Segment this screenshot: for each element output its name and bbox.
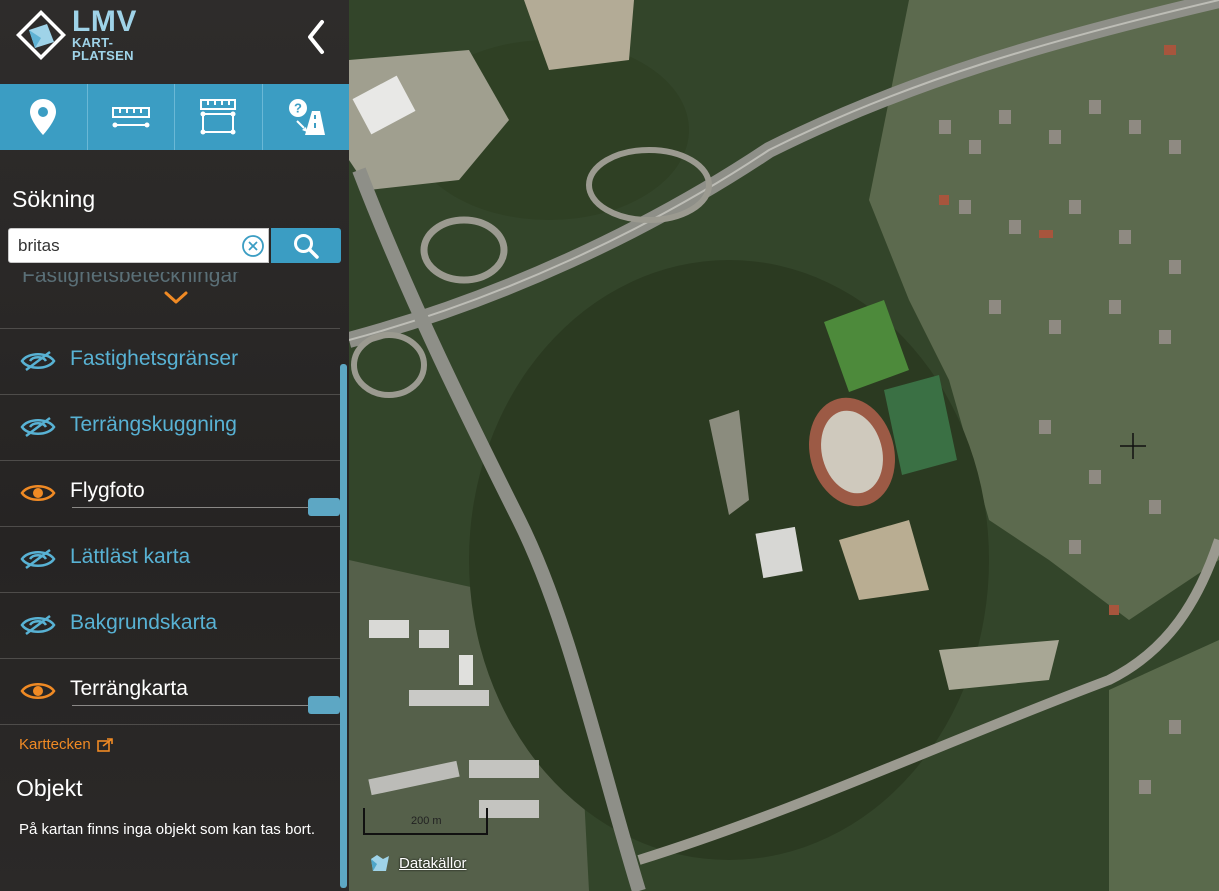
svg-text:?: ? [294,101,302,116]
eye-hidden-icon[interactable] [20,547,56,571]
scale-label: 200 m [411,815,442,827]
measure-distance-button[interactable] [88,84,175,150]
logo-title: LMV [72,5,137,38]
eye-hidden-icon[interactable] [20,613,56,637]
opacity-track[interactable] [72,705,312,706]
lmv-logo-icon [16,10,66,60]
eye-visible-icon[interactable] [20,679,56,703]
objects-message: På kartan finns inga objekt som kan tas … [19,821,315,838]
logo-wordmark: LMV KART- PLATSEN [72,5,137,63]
sidebar-scrollbar[interactable] [340,364,347,888]
measure-area-button[interactable] [175,84,263,150]
crosshair-icon [1120,433,1146,459]
measure-line-icon [111,107,150,128]
layer-name[interactable]: Terrängskuggning [70,413,237,437]
aerial-photo-layer[interactable] [349,0,1219,891]
logo-subtitle-2: PLATSEN [72,48,134,63]
search-input[interactable] [18,229,238,262]
layer-item-terrangkarta[interactable]: Terrängkarta [0,658,340,724]
tool-bar: ? [0,84,349,150]
layer-name[interactable]: Bakgrundskarta [70,611,217,635]
divider [0,724,340,725]
map-view[interactable]: 200 m Datakällor [349,0,1219,891]
opacity-track[interactable] [72,507,312,508]
search-title: Sökning [12,186,96,212]
datasources-label[interactable]: Datakällor [399,855,467,872]
layer-item-terrangskuggning[interactable]: Terrängskuggning [0,394,340,460]
clear-search-icon[interactable] [241,234,265,258]
route-help-icon: ? [288,99,325,135]
eye-hidden-icon[interactable] [20,349,56,373]
datasources-link[interactable]: Datakällor [369,853,467,873]
layer-name[interactable]: Fastighetsgränser [70,347,238,371]
layer-name[interactable]: Terrängkarta [70,677,188,701]
layer-item-lattlast-karta[interactable]: Lättläst karta [0,526,340,592]
chevron-down-icon[interactable] [163,290,189,306]
collapse-sidebar-button[interactable] [300,16,330,58]
layer-name[interactable]: Flygfoto [70,479,145,503]
legend-link[interactable]: Karttecken [19,736,113,753]
location-tool-button[interactable] [0,84,88,150]
eye-visible-icon[interactable] [20,481,56,505]
layer-item-bakgrundskarta[interactable]: Bakgrundskarta [0,592,340,658]
layer-item-fastighetsgranser[interactable]: Fastighetsgränser [0,328,340,394]
external-link-icon [96,737,113,752]
layer-list: Fastighetsbeteckningar Fastighetsgränser… [0,270,340,728]
search-icon [294,233,319,259]
scale-bar: 200 m [363,808,488,835]
search-button[interactable] [271,228,341,263]
opacity-slider-handle[interactable] [308,498,340,516]
sidebar: LMV KART- PLATSEN ? Sökning britas Fasti… [0,0,349,891]
route-help-button[interactable]: ? [263,84,350,150]
layer-name[interactable]: Lättläst karta [70,545,190,569]
map-pin-icon [30,99,57,135]
eye-hidden-icon[interactable] [20,415,56,439]
layer-item-peek[interactable]: Fastighetsbeteckningar [22,272,239,290]
layer-item-flygfoto[interactable]: Flygfoto [0,460,340,526]
measure-area-icon [200,99,237,135]
search-field[interactable] [8,228,269,263]
opacity-slider-handle[interactable] [308,696,340,714]
lmv-small-logo-icon [371,855,389,871]
brand-header: LMV KART- PLATSEN [0,0,349,84]
objects-title: Objekt [16,775,83,801]
legend-link-label[interactable]: Karttecken [19,736,91,753]
